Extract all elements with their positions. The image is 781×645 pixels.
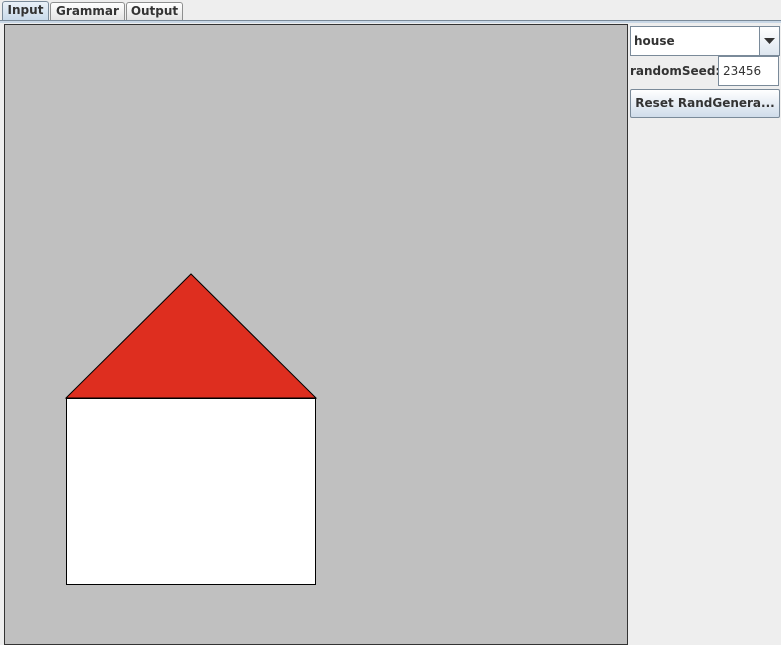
dropdown-arrow-button[interactable] [759,27,779,55]
random-seed-label: randomSeed: [630,64,721,78]
reset-rand-generator-button[interactable]: Reset RandGenera... [630,89,780,118]
drawing-canvas[interactable] [4,24,628,645]
tab-underline [0,20,781,23]
tab-bar: Input Grammar Output [0,0,781,23]
control-panel: house randomSeed: Reset RandGenera... [628,24,781,645]
chevron-down-icon [764,38,775,44]
tab-input[interactable]: Input [2,1,49,21]
house-drawing [64,273,318,585]
roof-triangle [64,273,318,399]
house-body-rectangle [66,398,316,585]
tab-output[interactable]: Output [126,2,183,20]
random-seed-input[interactable] [718,56,779,86]
tab-grammar[interactable]: Grammar [50,2,125,20]
model-select[interactable]: house [630,26,780,56]
model-select-value: house [634,34,675,48]
